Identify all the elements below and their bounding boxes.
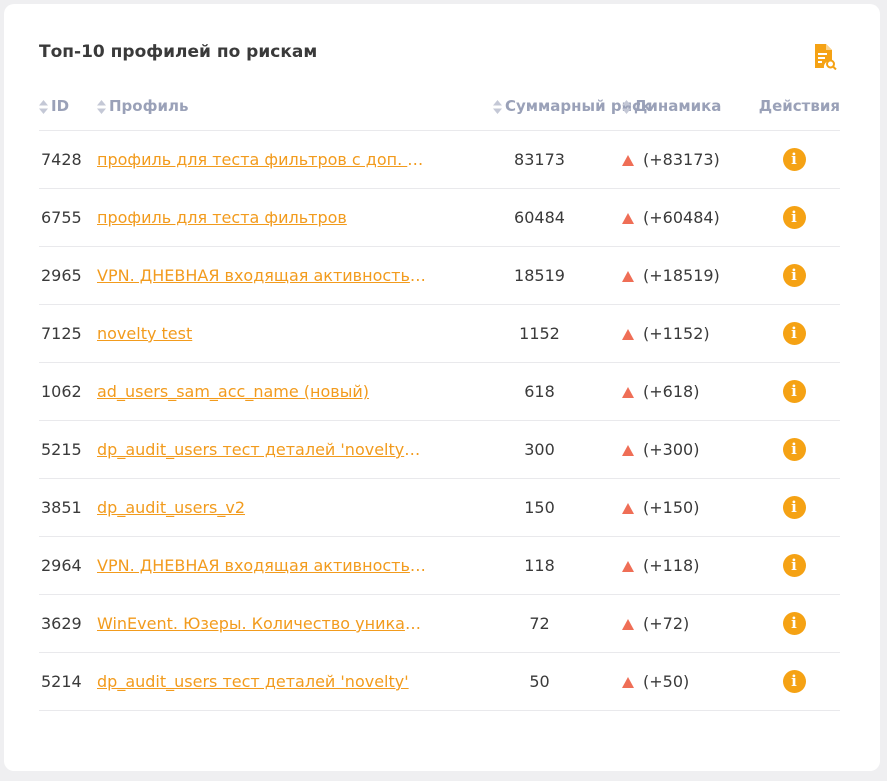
sort-icon <box>493 99 502 114</box>
profile-link[interactable]: dp_audit_users_v2 <box>97 498 427 517</box>
row-sum-risk: 72 <box>457 594 622 653</box>
row-sum-risk: 50 <box>457 652 622 711</box>
row-sum-risk: 300 <box>457 420 622 479</box>
table-row: 6755 профиль для теста фильтров 60484 (+… <box>39 188 840 247</box>
table-row: 3851 dp_audit_users_v2 150 (+150) i <box>39 478 840 537</box>
column-header-actions-label: Действия <box>758 97 840 115</box>
row-id: 1062 <box>39 362 97 421</box>
info-icon[interactable]: i <box>782 438 806 461</box>
row-dynamics: (+60484) <box>622 188 742 247</box>
column-header-id-label: ID <box>51 97 70 115</box>
row-sum-risk: 60484 <box>457 188 622 247</box>
dynamics-value: (+83173) <box>643 150 720 169</box>
triangle-up-icon <box>622 561 634 572</box>
profile-link[interactable]: dp_audit_users тест деталей 'novelty' <box>97 672 427 691</box>
table-row: 7125 novelty test 1152 (+1152) i <box>39 304 840 363</box>
table-row: 1062 ad_users_sam_acc_name (новый) 618 (… <box>39 362 840 421</box>
profile-link[interactable]: VPN. ДНЕВНАЯ входящая активность пользов… <box>97 266 427 285</box>
row-dynamics: (+618) <box>622 362 742 421</box>
sort-icon <box>39 99 48 114</box>
row-id: 7428 <box>39 130 97 189</box>
table-row: 5214 dp_audit_users тест деталей 'novelt… <box>39 652 840 711</box>
row-id: 3629 <box>39 594 97 653</box>
profile-link[interactable]: профиль для теста фильтров <box>97 208 427 227</box>
profile-link[interactable]: VPN. ДНЕВНАЯ входящая активность пользов… <box>97 556 427 575</box>
dynamics-value: (+1152) <box>643 324 710 343</box>
report-search-icon[interactable] <box>812 42 840 70</box>
row-id: 7125 <box>39 304 97 363</box>
row-sum-risk: 18519 <box>457 246 622 305</box>
table-row: 2964 VPN. ДНЕВНАЯ входящая активность по… <box>39 536 840 595</box>
profile-link[interactable]: dp_audit_users тест деталей 'novelty_rar… <box>97 440 427 459</box>
profile-link[interactable]: профиль для теста фильтров с доп. услови… <box>97 150 427 169</box>
triangle-up-icon <box>622 387 634 398</box>
dynamics-value: (+618) <box>643 382 700 401</box>
row-dynamics: (+83173) <box>622 130 742 189</box>
info-icon[interactable]: i <box>782 554 806 577</box>
info-icon[interactable]: i <box>782 612 806 635</box>
row-id: 2965 <box>39 246 97 305</box>
info-icon[interactable]: i <box>782 206 806 229</box>
triangle-up-icon <box>622 445 634 456</box>
row-id: 5214 <box>39 652 97 711</box>
column-header-actions: Действия <box>742 82 840 131</box>
profile-link[interactable]: ad_users_sam_acc_name (новый) <box>97 382 427 401</box>
column-header-id[interactable]: ID <box>39 82 97 131</box>
column-header-sum-risk[interactable]: Суммарный риск <box>457 82 651 131</box>
row-dynamics: (+18519) <box>622 246 742 305</box>
column-header-dynamics-label: Динамика <box>634 97 722 115</box>
profile-link[interactable]: novelty test <box>97 324 427 343</box>
row-sum-risk: 150 <box>457 478 622 537</box>
row-id: 3851 <box>39 478 97 537</box>
table-row: 5215 dp_audit_users тест деталей 'novelt… <box>39 420 840 479</box>
triangle-up-icon <box>622 271 634 282</box>
table-row: 2965 VPN. ДНЕВНАЯ входящая активность по… <box>39 246 840 305</box>
row-dynamics: (+118) <box>622 536 742 595</box>
row-sum-risk: 618 <box>457 362 622 421</box>
row-dynamics: (+1152) <box>622 304 742 363</box>
triangle-up-icon <box>622 213 634 224</box>
info-icon[interactable]: i <box>782 380 806 403</box>
row-sum-risk: 1152 <box>457 304 622 363</box>
dynamics-value: (+300) <box>643 440 700 459</box>
triangle-up-icon <box>622 677 634 688</box>
info-icon[interactable]: i <box>782 264 806 287</box>
triangle-up-icon <box>622 503 634 514</box>
row-id: 2964 <box>39 536 97 595</box>
dynamics-value: (+50) <box>643 672 690 691</box>
row-dynamics: (+150) <box>622 478 742 537</box>
row-id: 6755 <box>39 188 97 247</box>
row-dynamics: (+300) <box>622 420 742 479</box>
triangle-up-icon <box>622 619 634 630</box>
info-icon[interactable]: i <box>782 322 806 345</box>
sort-icon <box>97 99 106 114</box>
triangle-up-icon <box>622 329 634 340</box>
column-header-profile[interactable]: Профиль <box>97 82 457 131</box>
widget-title: Топ-10 профилей по рискам <box>39 42 318 62</box>
top-profiles-card: Топ-10 профилей по рискам ID Профиль Сум… <box>4 4 880 771</box>
table-row: 7428 профиль для теста фильтров с доп. у… <box>39 130 840 189</box>
row-dynamics: (+72) <box>622 594 742 653</box>
dynamics-value: (+60484) <box>643 208 720 227</box>
table-header-row: ID Профиль Суммарный риск Динамика Дейст… <box>39 82 840 131</box>
dynamics-value: (+72) <box>643 614 690 633</box>
sort-icon <box>622 99 631 114</box>
row-dynamics: (+50) <box>622 652 742 711</box>
info-icon[interactable]: i <box>782 670 806 693</box>
profiles-table: ID Профиль Суммарный риск Динамика Дейст… <box>39 82 840 711</box>
row-sum-risk: 83173 <box>457 130 622 189</box>
info-icon[interactable]: i <box>782 148 806 171</box>
column-header-dynamics[interactable]: Динамика <box>622 82 742 131</box>
dynamics-value: (+18519) <box>643 266 720 285</box>
dynamics-value: (+118) <box>643 556 700 575</box>
row-sum-risk: 118 <box>457 536 622 595</box>
row-id: 5215 <box>39 420 97 479</box>
info-icon[interactable]: i <box>782 496 806 519</box>
profile-link[interactable]: WinEvent. Юзеры. Количество уникальных х… <box>97 614 427 633</box>
triangle-up-icon <box>622 155 634 166</box>
column-header-profile-label: Профиль <box>109 97 189 115</box>
table-row: 3629 WinEvent. Юзеры. Количество уникаль… <box>39 594 840 653</box>
dynamics-value: (+150) <box>643 498 700 517</box>
